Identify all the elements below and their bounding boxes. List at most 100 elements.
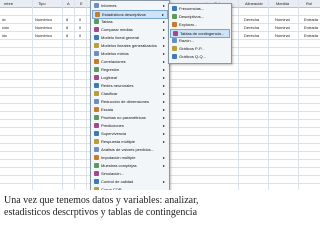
submenu-arrow-icon: ▸ (162, 75, 165, 80)
submenu-arrow-icon: ▸ (162, 27, 165, 32)
analyze-menu-item[interactable]: Supervivencia ▸ (92, 130, 168, 137)
menu-item-label: Predicciones (101, 123, 124, 128)
menu-item-label: Estadísticos descriptivos (102, 12, 146, 17)
row-name-cell[interactable]: ción (2, 24, 9, 31)
analyze-menu-item[interactable]: Modelos lineales generalizados ▸ (92, 42, 168, 49)
menu-item-label: Respuesta múltiple (101, 139, 136, 144)
header-anchura[interactable]: A (67, 0, 70, 7)
menu-item-icon (94, 75, 99, 80)
analyze-menu-item[interactable]: Análisis de valores perdidos... (92, 146, 168, 153)
submenu-item[interactable]: Explorar... (170, 21, 230, 28)
submenu-arrow-icon: ▸ (162, 91, 165, 96)
submenu-arrow-icon: ▸ (162, 59, 165, 64)
menu-item-icon (94, 35, 99, 40)
submenu-arrow-icon: ▸ (162, 43, 165, 48)
submenu-arrow-icon: ▸ (162, 107, 165, 112)
menu-item-icon (94, 99, 99, 104)
submenu-item-label: Explorar... (179, 22, 198, 27)
header-rol[interactable]: Rol (306, 0, 312, 7)
submenu-arrow-icon: ▸ (162, 99, 165, 104)
analyze-menu-item[interactable]: Predicciones ▸ (92, 122, 168, 129)
header-tipo[interactable]: Tipo (38, 0, 46, 7)
menu-item-icon (94, 43, 99, 48)
submenu-arrow-icon: ▸ (162, 155, 165, 160)
menu-item-icon (94, 51, 99, 56)
menu-item-label: Clasificar (101, 91, 118, 96)
anchura-cell[interactable]: 8 (66, 24, 68, 31)
analyze-menu-item[interactable]: Regresión ▸ (92, 66, 168, 73)
submenu-item-label: Razón... (179, 38, 194, 43)
submenu-item[interactable]: Descriptivos... (170, 13, 230, 20)
submenu-arrow-icon: ▸ (162, 139, 165, 144)
menu-item-icon (94, 3, 99, 8)
header-decimales[interactable]: E (80, 0, 83, 7)
submenu-item[interactable]: Frecuencias... (170, 5, 230, 12)
submenu-item-icon (172, 6, 177, 11)
rol-cell[interactable]: Entrada (304, 24, 318, 31)
menu-item-icon (94, 83, 99, 88)
submenu-arrow-icon: ▸ (161, 12, 164, 17)
decimales-cell[interactable]: 0 (79, 24, 81, 31)
submenu-item[interactable]: Gráficos P-P... (170, 45, 230, 52)
menu-item-label: Modelos lineales generalizados (101, 43, 157, 48)
submenu-item[interactable]: Gráficos Q-Q... (170, 53, 230, 60)
analyze-menu-item[interactable]: Clasificar ▸ (92, 90, 168, 97)
alineacion-cell[interactable]: Derecha (244, 32, 259, 39)
analyze-menu-item[interactable]: Comparar medias ▸ (92, 26, 168, 33)
analyze-menu-item[interactable]: Respuesta múltiple ▸ (92, 138, 168, 145)
descriptive-statistics-submenu: Frecuencias... Descriptivos... Explorar...… (168, 3, 232, 64)
analyze-menu-item[interactable]: Pruebas no paramétricas ▸ (92, 114, 168, 121)
submenu-arrow-icon: ▸ (162, 83, 165, 88)
analyze-menu-item[interactable]: Redes neuronales ▸ (92, 82, 168, 89)
analyze-menu-item[interactable]: Informes ▸ (92, 2, 168, 9)
alineacion-cell[interactable]: Derecha (244, 16, 259, 23)
submenu-arrow-icon: ▸ (162, 35, 165, 40)
alineacion-cell[interactable]: Derecha (244, 24, 259, 31)
decimales-cell[interactable]: 0 (79, 32, 81, 39)
tipo-cell[interactable]: Numérico (35, 32, 52, 39)
analyze-menu-item[interactable]: Simulación... (92, 170, 168, 177)
caption-line-2: estadisticos descrptivos y tablas de con… (4, 207, 198, 218)
rol-cell[interactable]: Entrada (304, 32, 318, 39)
medida-cell[interactable]: Nominal (275, 24, 290, 31)
header-medida[interactable]: Medida (276, 0, 289, 7)
row-name-cell[interactable]: ión (2, 32, 7, 39)
analyze-menu-item[interactable]: Modelos mixtos ▸ (92, 50, 168, 57)
slide: mbre Tipo A E les Columnas Alineación Me… (0, 0, 320, 240)
submenu-item[interactable]: Razón... (170, 37, 230, 44)
menu-item-icon (94, 139, 99, 144)
analyze-menu-item[interactable]: Reducción de dimensiones ▸ (92, 98, 168, 105)
menu-item-icon (94, 131, 99, 136)
decimales-cell[interactable]: 0 (79, 16, 81, 23)
analyze-menu-item[interactable]: Correlaciones ▸ (92, 58, 168, 65)
medida-cell[interactable]: Nominal (275, 16, 290, 23)
header-alineacion[interactable]: Alineación (245, 0, 263, 7)
tipo-cell[interactable]: Numérico (35, 24, 52, 31)
header-nombre[interactable]: mbre (4, 0, 13, 7)
submenu-item-label: Gráficos Q-Q... (179, 54, 206, 59)
submenu-item-label: Frecuencias... (179, 6, 205, 11)
menu-item-label: Comparar medias (101, 27, 133, 32)
slide-caption: Una vez que tenemos datos y variables: a… (4, 195, 316, 219)
analyze-menu-item[interactable]: Imputación múltiple ▸ (92, 154, 168, 161)
anchura-cell[interactable]: 8 (66, 16, 68, 23)
menu-item-icon (94, 91, 99, 96)
anchura-cell[interactable]: 8 (66, 32, 68, 39)
row-name-cell[interactable]: ón (2, 16, 6, 23)
analyze-menu-item[interactable]: Tablas ▸ (92, 18, 168, 25)
submenu-item-label: Descriptivos... (179, 14, 205, 19)
menu-item-icon (94, 179, 99, 184)
analyze-menu-item[interactable]: Muestras complejas ▸ (92, 162, 168, 169)
rol-cell[interactable]: Entrada (304, 16, 318, 23)
submenu-arrow-icon: ▸ (162, 179, 165, 184)
menu-item-label: Imputación múltiple (101, 155, 136, 160)
analyze-menu-item[interactable]: Loglineal ▸ (92, 74, 168, 81)
submenu-arrow-icon: ▸ (162, 19, 165, 24)
menu-item-icon (94, 171, 99, 176)
medida-cell[interactable]: Nominal (275, 32, 290, 39)
menu-item-label: Muestras complejas (101, 163, 137, 168)
tipo-cell[interactable]: Numérico (35, 16, 52, 23)
analyze-menu-item[interactable]: Escala ▸ (92, 106, 168, 113)
analyze-menu-item[interactable]: Modelo lineal general ▸ (92, 34, 168, 41)
analyze-menu-item[interactable]: Control de calidad ▸ (92, 178, 168, 185)
